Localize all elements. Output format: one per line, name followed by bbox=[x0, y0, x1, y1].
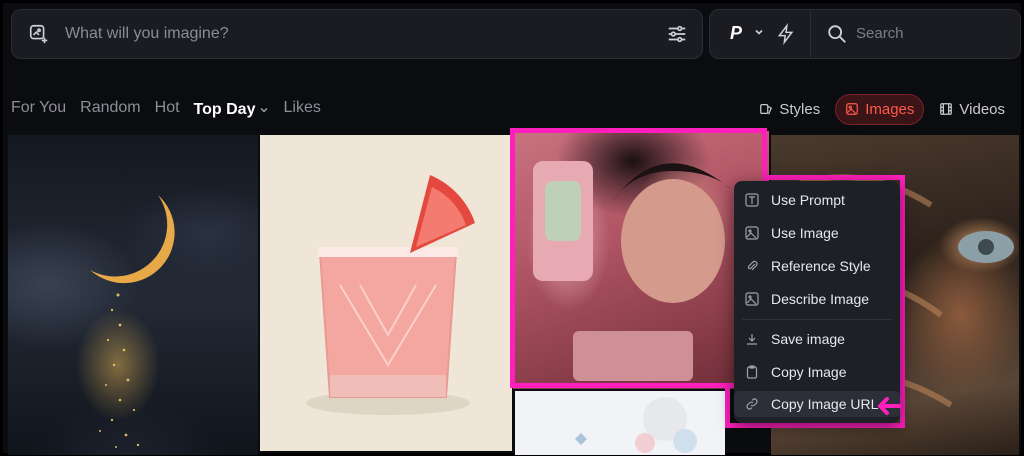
menu-item-label: Use Image bbox=[771, 225, 839, 241]
model-selector[interactable]: P bbox=[730, 23, 742, 44]
moon-illustration bbox=[90, 195, 175, 448]
arrow-left-icon bbox=[878, 397, 901, 415]
prompt-placeholder: What will you imagine? bbox=[65, 25, 229, 42]
tab-top-day[interactable]: Top Day bbox=[194, 99, 270, 121]
download-icon bbox=[747, 334, 757, 345]
image-context-menu: Use Prompt Use Image Reference Style Des… bbox=[734, 181, 900, 423]
images-button[interactable]: Images bbox=[835, 93, 925, 125]
tab-likes[interactable]: Likes bbox=[283, 99, 320, 121]
search-input[interactable]: Search bbox=[856, 25, 904, 42]
highlight-frame bbox=[725, 388, 730, 428]
tab-random[interactable]: Random bbox=[80, 99, 140, 121]
image-icon bbox=[846, 103, 859, 115]
menu-item-describe-image[interactable]: Describe Image bbox=[734, 286, 900, 312]
clipboard-icon bbox=[746, 365, 758, 379]
spheres-illustration bbox=[575, 397, 697, 453]
tab-for-you[interactable]: For You bbox=[11, 99, 66, 121]
image-tile-moon[interactable] bbox=[8, 135, 258, 455]
feed-tabs: For You Random Hot Top Day Likes bbox=[11, 99, 321, 121]
add-image-icon[interactable] bbox=[28, 23, 50, 45]
styles-button[interactable]: Styles bbox=[750, 95, 829, 124]
menu-item-copy-image[interactable]: Copy Image bbox=[734, 359, 900, 385]
divider bbox=[810, 10, 811, 58]
highlight-frame bbox=[510, 128, 767, 388]
text-icon bbox=[745, 193, 759, 207]
image-tile-cocktail[interactable] bbox=[260, 135, 512, 451]
link-icon bbox=[746, 398, 758, 410]
videos-label: Videos bbox=[959, 100, 1005, 118]
image-tile-spheres[interactable] bbox=[515, 391, 725, 455]
chevron-down-icon[interactable] bbox=[754, 27, 764, 37]
menu-item-reference-style[interactable]: Reference Style bbox=[734, 253, 900, 279]
menu-item-label: Copy Image URL bbox=[771, 396, 879, 412]
film-icon bbox=[940, 103, 953, 115]
menu-item-use-prompt[interactable]: Use Prompt bbox=[734, 187, 900, 213]
videos-button[interactable]: Videos bbox=[930, 95, 1014, 124]
image-icon bbox=[745, 292, 759, 306]
styles-label: Styles bbox=[779, 100, 821, 118]
prompt-input[interactable]: What will you imagine? bbox=[11, 9, 703, 59]
menu-divider bbox=[742, 319, 892, 320]
lightning-icon[interactable] bbox=[776, 23, 796, 45]
palette-icon bbox=[760, 104, 773, 115]
menu-item-use-image[interactable]: Use Image bbox=[734, 220, 900, 246]
menu-item-save-image[interactable]: Save image bbox=[734, 326, 900, 352]
search-icon[interactable] bbox=[826, 23, 848, 45]
menu-item-label: Use Prompt bbox=[771, 192, 845, 208]
menu-item-label: Save image bbox=[771, 331, 845, 347]
images-label: Images bbox=[865, 100, 915, 118]
tab-top-day-label: Top Day bbox=[193, 101, 256, 118]
cocktail-illustration bbox=[306, 175, 475, 415]
tab-hot[interactable]: Hot bbox=[155, 99, 180, 121]
top-bar: What will you imagine? P Search bbox=[11, 9, 1021, 59]
chevron-down-icon bbox=[260, 107, 269, 113]
content-type-toggle: Styles Images Videos bbox=[750, 93, 1014, 125]
paperclip-icon bbox=[747, 260, 758, 271]
sliders-icon[interactable] bbox=[666, 23, 688, 45]
menu-item-label: Reference Style bbox=[771, 258, 871, 274]
menu-item-label: Describe Image bbox=[771, 291, 870, 307]
highlight-frame bbox=[725, 423, 905, 428]
model-search-bar: P Search bbox=[709, 9, 1021, 59]
highlight-frame bbox=[900, 175, 905, 427]
image-icon bbox=[745, 226, 759, 240]
highlight-frame bbox=[765, 175, 905, 180]
menu-item-label: Copy Image bbox=[771, 364, 847, 380]
